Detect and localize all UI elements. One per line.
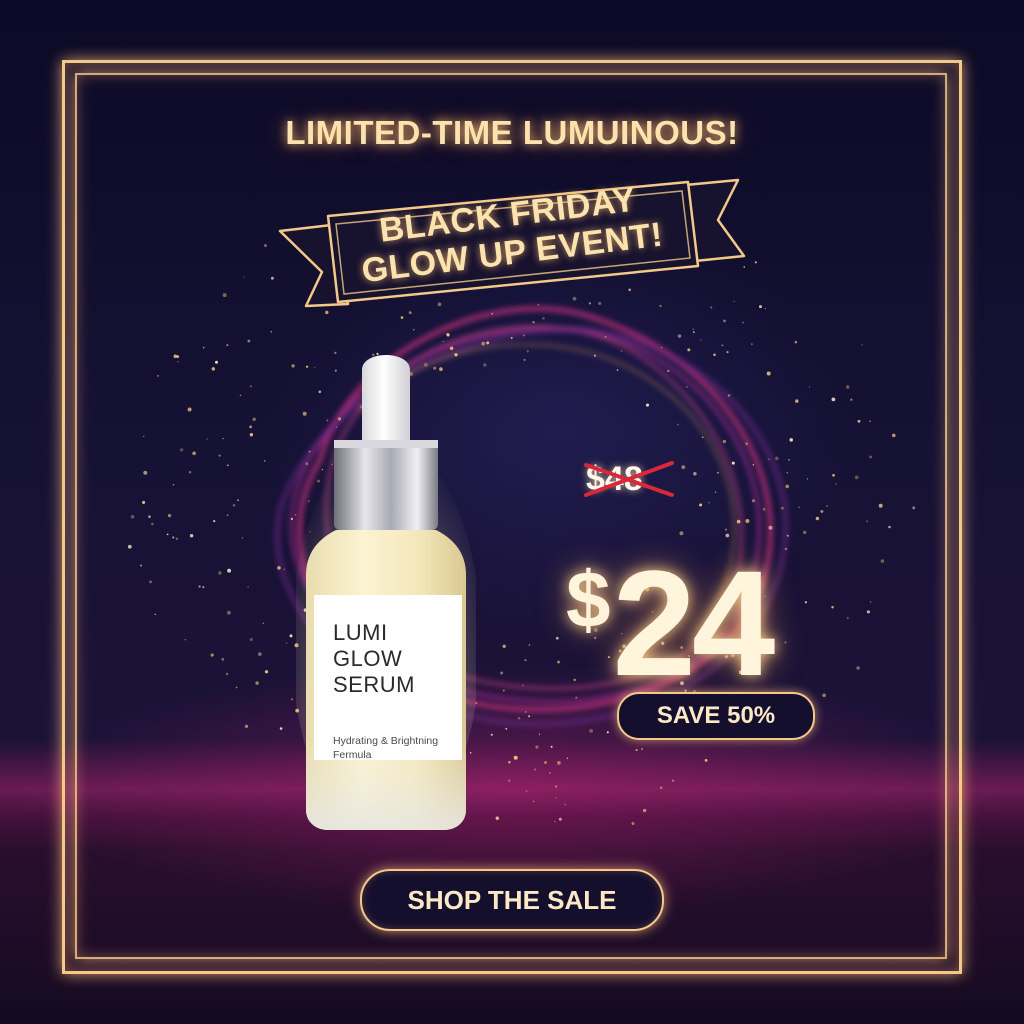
sale-price-currency: $ xyxy=(566,555,611,644)
sale-price: $24 xyxy=(566,520,775,703)
ad-canvas: LIMITED-TIME LUMUINOUS! BLACK FRIDAY GLO… xyxy=(0,0,1024,1024)
sale-price-amount: 24 xyxy=(612,539,776,707)
product-label: LUMI GLOW SERUM Hydrating & Brightning F… xyxy=(333,620,453,762)
product-name-line-2: GLOW xyxy=(333,646,403,671)
product-name-line-3: SERUM xyxy=(333,672,415,697)
product-tagline-line-1: Hydrating & Brightning xyxy=(333,735,439,747)
headline: LIMITED-TIME LUMUINOUS! xyxy=(285,114,739,151)
product-tagline-line-2: Fermula xyxy=(333,749,372,761)
shop-the-sale-button[interactable]: SHOP THE SALE xyxy=(360,869,664,931)
price-strikethrough xyxy=(584,461,674,497)
product-name-line-1: LUMI xyxy=(333,620,388,645)
savings-badge: SAVE 50% xyxy=(617,692,815,740)
